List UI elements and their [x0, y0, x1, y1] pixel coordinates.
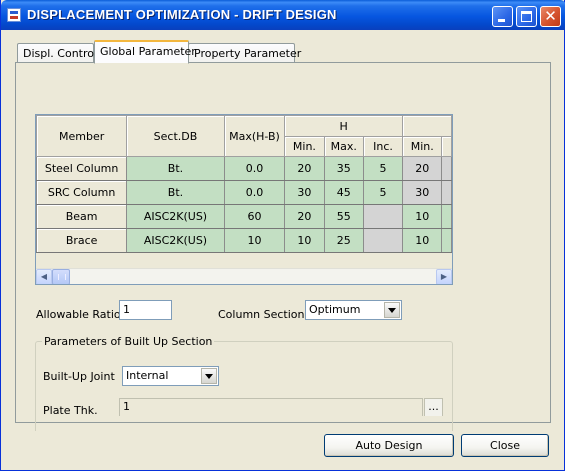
cell-b-min[interactable]: 30 [402, 180, 443, 205]
cell-h-max[interactable]: 35 [323, 156, 364, 181]
cell-h-min[interactable]: 30 [284, 180, 325, 205]
header-group-h[interactable]: H [284, 115, 404, 137]
builtup-joint-select[interactable]: Internal [122, 366, 219, 386]
cell-sectdb[interactable]: Bt. [126, 180, 225, 205]
allowable-ratio-input[interactable]: 1 [119, 300, 172, 320]
maximize-button[interactable] [516, 6, 537, 27]
auto-design-button[interactable]: Auto Design [324, 434, 454, 457]
minimize-button[interactable] [492, 6, 513, 27]
app-icon [7, 8, 21, 22]
cell-b-next[interactable] [441, 180, 452, 205]
cell-h-min[interactable]: 20 [284, 204, 325, 229]
cell-b-min[interactable]: 10 [402, 228, 443, 253]
scroll-thumb[interactable] [52, 269, 70, 284]
cell-h-inc[interactable]: 5 [362, 156, 404, 181]
horizontal-scrollbar[interactable]: ◀ ▶ [36, 268, 452, 284]
cell-h-inc [362, 228, 404, 253]
cell-sectdb[interactable]: AISC2K(US) [126, 228, 225, 253]
cell-b-next[interactable] [441, 156, 452, 181]
plate-thk-label: Plate Thk. [43, 404, 98, 417]
cell-max[interactable]: 10 [223, 228, 286, 253]
cell-h-min[interactable]: 10 [284, 228, 325, 253]
close-icon: ✕ [544, 7, 557, 25]
header-member[interactable]: Member [36, 115, 128, 157]
builtup-group-title: Parameters of Built Up Section [42, 335, 215, 348]
row-member: Steel Column [36, 156, 128, 181]
header-max-hb[interactable]: Max(H-B) [223, 115, 286, 157]
cell-b-min[interactable]: 20 [402, 156, 443, 181]
builtup-group [35, 341, 453, 431]
header-sectdb[interactable]: Sect.DB [126, 115, 225, 157]
dialog-window: DISPLACEMENT OPTIMIZATION - DRIFT DESIGN… [0, 0, 565, 471]
column-section-select[interactable]: Optimum [305, 300, 402, 320]
scroll-right-icon[interactable]: ▶ [436, 269, 452, 284]
header-h-inc[interactable]: Inc. [362, 136, 404, 157]
cell-h-max[interactable]: 25 [323, 228, 364, 253]
cell-max[interactable]: 0.0 [223, 156, 286, 181]
title-bar[interactable]: DISPLACEMENT OPTIMIZATION - DRIFT DESIGN… [1, 0, 565, 30]
header-h-min[interactable]: Min. [284, 136, 325, 157]
cell-b-next[interactable] [441, 228, 452, 253]
tab-property-parameter[interactable]: Property Parameter [188, 43, 301, 63]
table-row[interactable]: SRC Column Bt. 0.0 30 45 5 30 [36, 180, 452, 205]
plate-thk-field[interactable]: 1 [119, 398, 423, 416]
tab-global-parameter[interactable]: Global Parameter [94, 40, 196, 64]
minimize-icon [498, 19, 505, 22]
cell-h-inc[interactable]: 5 [362, 180, 404, 205]
header-h-max[interactable]: Max. [323, 136, 364, 157]
cell-h-max[interactable]: 55 [323, 204, 364, 229]
tab-label: Global Parameter [100, 45, 196, 58]
cell-sectdb[interactable]: AISC2K(US) [126, 204, 225, 229]
browse-button[interactable]: ... [424, 398, 443, 416]
column-section-value: Optimum [309, 303, 361, 316]
header-b-min[interactable]: Min. [402, 136, 443, 157]
cell-b-min[interactable]: 10 [402, 204, 443, 229]
cell-max[interactable]: 0.0 [223, 180, 286, 205]
cell-h-inc [362, 204, 404, 229]
grid-table: Member Sect.DB Max(H-B) H Min. Max. Inc.… [36, 115, 452, 253]
builtup-joint-value: Internal [126, 369, 169, 382]
parameter-grid[interactable]: Member Sect.DB Max(H-B) H Min. Max. Inc.… [35, 114, 453, 285]
cell-h-min[interactable]: 20 [284, 156, 325, 181]
cell-sectdb[interactable]: Bt. [126, 156, 225, 181]
close-button[interactable]: Close [461, 434, 549, 457]
tab-displ-control[interactable]: Displ. Control [17, 43, 98, 63]
row-member: Beam [36, 204, 128, 229]
maximize-icon [521, 11, 532, 22]
row-member: Brace [36, 228, 128, 253]
allowable-ratio-label: Allowable Ratio [36, 308, 121, 321]
builtup-joint-label: Built-Up Joint [43, 370, 115, 383]
chevron-down-icon[interactable] [384, 302, 400, 318]
row-member: SRC Column [36, 180, 128, 205]
header-b-next[interactable] [441, 136, 452, 157]
scroll-left-icon[interactable]: ◀ [36, 269, 52, 284]
table-row[interactable]: Beam AISC2K(US) 60 20 55 10 [36, 204, 452, 229]
column-section-label: Column Section [218, 308, 305, 321]
tab-label: Property Parameter [194, 47, 302, 60]
cell-b-next[interactable] [441, 204, 452, 229]
table-row[interactable]: Brace AISC2K(US) 10 10 25 10 [36, 228, 452, 253]
cell-max[interactable]: 60 [223, 204, 286, 229]
window-title: DISPLACEMENT OPTIMIZATION - DRIFT DESIGN [27, 7, 337, 22]
close-window-button[interactable]: ✕ [540, 6, 561, 27]
table-row[interactable]: Steel Column Bt. 0.0 20 35 5 20 [36, 156, 452, 181]
tab-label: Displ. Control [23, 47, 98, 60]
chevron-down-icon[interactable] [201, 368, 217, 384]
header-group-b[interactable] [402, 115, 452, 137]
cell-h-max[interactable]: 45 [323, 180, 364, 205]
